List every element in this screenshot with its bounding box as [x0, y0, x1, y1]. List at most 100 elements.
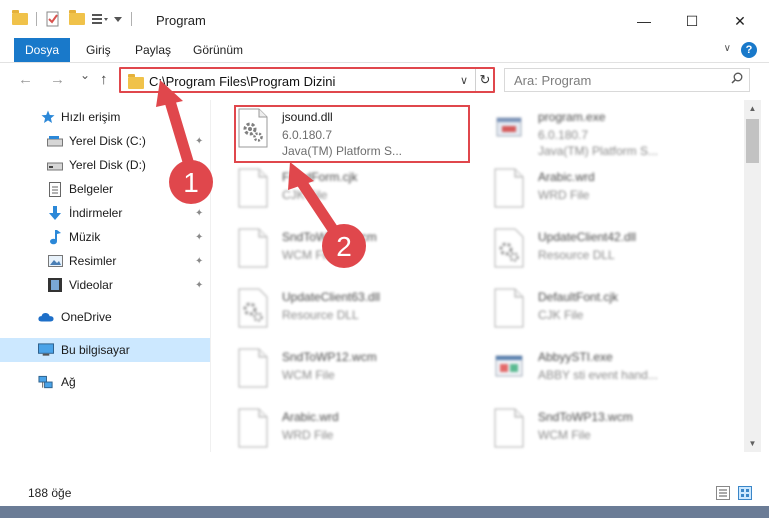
file-version: 6.0.180.7: [538, 128, 589, 142]
address-bar[interactable]: C:\Program Files\Program Dizini ∨ ↻: [119, 67, 495, 93]
explorer-window: Program — ☐ ✕ Dosya Giriş Paylaş Görünüm…: [0, 0, 769, 506]
sidebar-item-label: Videolar: [69, 278, 113, 292]
blank-file-icon: [494, 288, 524, 328]
sidebar-item-label: OneDrive: [61, 310, 112, 324]
sidebar-item-quick-access[interactable]: Hızlı erişim: [0, 105, 210, 129]
pin-icon[interactable]: ✦: [195, 184, 203, 195]
pin-icon[interactable]: ✦: [195, 232, 203, 243]
address-path[interactable]: C:\Program Files\Program Dizini: [149, 74, 335, 89]
file-item[interactable]: UpdateClient63.dll Resource DLL: [216, 284, 452, 344]
file-name: SndToWP13.wcm: [538, 410, 633, 424]
chevron-down-icon[interactable]: [113, 13, 123, 25]
maximize-button[interactable]: ☐: [669, 6, 715, 36]
new-folder-icon[interactable]: [69, 10, 85, 25]
window-title: Program: [156, 13, 206, 28]
file-name: program.exe: [538, 110, 606, 124]
sidebar-item-documents[interactable]: Belgeler ✦: [0, 177, 210, 201]
details-view-icon[interactable]: [716, 486, 730, 500]
music-icon: [47, 229, 63, 245]
search-input[interactable]: Ara: Program: [504, 68, 750, 92]
item-count: 188 öğe: [28, 486, 72, 500]
file-item[interactable]: SndToWP15.wcm WCM File: [216, 224, 452, 284]
chevron-down-icon[interactable]: ∨: [724, 43, 731, 54]
tab-file[interactable]: Dosya: [14, 38, 70, 62]
desktop-strip: [0, 506, 769, 518]
sidebar-item-pictures[interactable]: Resimler ✦: [0, 249, 210, 273]
folder-icon: [12, 10, 28, 25]
file-type: WCM File: [282, 248, 335, 262]
sidebar-item-local-disk-d[interactable]: Yerel Disk (D:) ✦: [0, 153, 210, 177]
refresh-icon[interactable]: ↻: [475, 69, 494, 91]
tab-view[interactable]: Görünüm: [193, 38, 243, 62]
pin-icon[interactable]: ✦: [195, 256, 203, 267]
pin-icon[interactable]: ✦: [195, 280, 203, 291]
file-type: WCM File: [538, 428, 591, 442]
file-item[interactable]: DefaultFont.cjk CJK File: [472, 284, 708, 344]
divider: [131, 12, 132, 26]
properties-icon[interactable]: [45, 11, 61, 27]
drive-icon: [47, 157, 63, 173]
scroll-up-icon[interactable]: ▲: [744, 100, 761, 117]
quick-access-toolbar: [12, 10, 132, 28]
blank-file-icon: [238, 408, 268, 448]
file-type: CJK File: [282, 188, 328, 202]
file-item[interactable]: Arabic.wrd WRD File: [216, 404, 452, 464]
sidebar-item-onedrive[interactable]: OneDrive: [0, 305, 210, 329]
back-button[interactable]: ←: [18, 71, 33, 88]
ribbon-tabs: Dosya Giriş Paylaş Görünüm ∨ ?: [0, 38, 769, 63]
sidebar-item-network[interactable]: Ağ: [0, 370, 210, 394]
file-item[interactable]: UpdateClient42.dll Resource DLL: [472, 224, 708, 284]
file-item[interactable]: AbbyySTI.exe ABBY sti event hand...: [472, 344, 708, 404]
minimize-button[interactable]: —: [621, 6, 667, 36]
tab-share[interactable]: Paylaş: [135, 38, 171, 62]
chevron-down-icon[interactable]: ∨: [460, 74, 468, 87]
customize-icon[interactable]: [91, 12, 109, 26]
file-name: Arabic.wrd: [538, 170, 595, 184]
sidebar-item-this-pc[interactable]: Bu bilgisayar: [0, 338, 210, 362]
search-icon[interactable]: [731, 72, 743, 84]
star-icon: [40, 109, 56, 125]
forward-button[interactable]: →: [50, 71, 65, 88]
file-item[interactable]: FixedForm.cjk CJK File: [216, 164, 452, 224]
file-name: SndToWP12.wcm: [282, 350, 377, 364]
blank-file-icon: [238, 228, 268, 268]
tiles-view-icon[interactable]: [738, 486, 752, 500]
sidebar-item-label: Belgeler: [69, 182, 114, 196]
file-type: WCM File: [282, 368, 335, 382]
sidebar-item-downloads[interactable]: İndirmeler ✦: [0, 201, 210, 225]
file-type: CJK File: [538, 308, 584, 322]
recent-locations-button[interactable]: ⌄: [80, 68, 90, 82]
sidebar-item-label: Resimler: [69, 254, 117, 268]
exe-icon: [495, 355, 523, 377]
tab-home[interactable]: Giriş: [86, 38, 111, 62]
sidebar-item-music[interactable]: Müzik ✦: [0, 225, 210, 249]
file-name: FixedForm.cjk: [282, 170, 358, 184]
dll-gear-icon: [238, 288, 268, 328]
close-button[interactable]: ✕: [717, 6, 763, 36]
pin-icon[interactable]: ✦: [195, 160, 203, 171]
sidebar-item-label: Ağ: [61, 375, 76, 389]
dll-gear-icon: [494, 228, 524, 268]
file-item[interactable]: SndToWP12.wcm WCM File: [216, 344, 452, 404]
sidebar-item-local-disk-c[interactable]: Yerel Disk (C:) ✦: [0, 129, 210, 153]
blank-file-icon: [238, 348, 268, 388]
network-icon: [38, 374, 54, 390]
file-description: Java(TM) Platform S...: [538, 144, 659, 158]
scroll-down-icon[interactable]: ▼: [744, 435, 761, 452]
vertical-scrollbar[interactable]: ▲ ▼: [744, 100, 761, 452]
help-icon[interactable]: ?: [741, 42, 757, 58]
file-item[interactable]: SndToWP13.wcm WCM File: [472, 404, 708, 464]
cloud-icon: [38, 309, 54, 325]
file-type: Resource DLL: [282, 308, 359, 322]
sidebar-item-videos[interactable]: Videolar ✦: [0, 273, 210, 297]
file-item-program-exe[interactable]: program.exe 6.0.180.7 Java(TM) Platform …: [472, 104, 708, 164]
up-button[interactable]: ↑: [100, 71, 108, 88]
pictures-icon: [47, 253, 63, 269]
pin-icon[interactable]: ✦: [195, 208, 203, 219]
title-bar: Program — ☐ ✕: [0, 0, 769, 38]
file-name: UpdateClient63.dll: [282, 290, 381, 304]
pin-icon[interactable]: ✦: [195, 136, 203, 147]
computer-icon: [38, 342, 54, 358]
scrollbar-thumb[interactable]: [746, 119, 759, 163]
file-item[interactable]: Arabic.wrd WRD File: [472, 164, 708, 224]
